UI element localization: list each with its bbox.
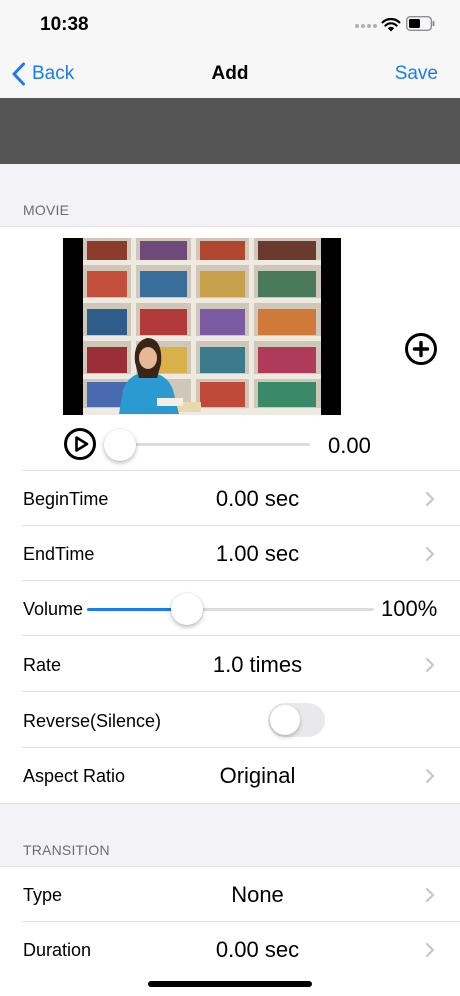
playback-slider-track[interactable]: [120, 443, 310, 446]
begin-time-row[interactable]: BeginTime 0.00 sec: [0, 471, 460, 526]
playback-slider-knob[interactable]: [104, 429, 136, 461]
status-bar: 10:38: [0, 0, 460, 50]
rate-row[interactable]: Rate 1.0 times: [0, 637, 460, 692]
volume-row: Volume 100%: [0, 581, 460, 636]
chevron-right-icon: [425, 657, 435, 673]
divider: [22, 691, 460, 692]
chevron-right-icon: [425, 887, 435, 903]
volume-slider-knob[interactable]: [171, 593, 204, 625]
chevron-right-icon: [425, 768, 435, 784]
play-icon[interactable]: [63, 427, 97, 461]
chevron-right-icon: [425, 942, 435, 958]
reverse-row: Reverse(Silence): [0, 693, 460, 748]
volume-slider-track[interactable]: [187, 608, 374, 611]
aspect-ratio-row[interactable]: Aspect Ratio Original: [0, 748, 460, 803]
chevron-right-icon: [425, 546, 435, 562]
wifi-icon: [381, 17, 401, 32]
aspect-ratio-value: Original: [219, 763, 296, 788]
video-thumbnail-image: [63, 238, 341, 415]
playback-time: 0.00: [328, 433, 371, 458]
status-time: 10:38: [40, 14, 89, 35]
cellular-signal-icon: [355, 24, 377, 30]
section-header-transition: TRANSITION: [23, 842, 110, 858]
video-thumbnail[interactable]: [63, 238, 341, 415]
end-time-row[interactable]: EndTime 1.00 sec: [0, 526, 460, 581]
section-header-movie: MOVIE: [23, 202, 70, 218]
volume-value: 100%: [381, 596, 438, 621]
video-preview-area: 0.00: [0, 227, 460, 471]
battery-icon: [406, 16, 435, 31]
transition-duration-value: 0.00 sec: [215, 937, 300, 962]
banner-area: [0, 98, 460, 164]
transition-duration-row[interactable]: Duration 0.00 sec: [0, 922, 460, 977]
navigation-bar: Back Add Save: [0, 50, 460, 98]
chevron-right-icon: [425, 491, 435, 507]
divider: [22, 635, 460, 636]
begin-time-value: 0.00 sec: [215, 486, 300, 511]
add-circle-icon[interactable]: [404, 332, 438, 366]
reverse-toggle[interactable]: [268, 703, 325, 737]
movie-settings-group: 0.00 BeginTime 0.00 sec EndTime 1.00 sec…: [0, 226, 460, 804]
reverse-label: Reverse(Silence): [23, 711, 162, 731]
rate-value: 1.0 times: [212, 652, 303, 677]
page-title: Add: [211, 63, 249, 84]
toggle-knob: [270, 705, 300, 735]
transition-type-row[interactable]: Type None: [0, 867, 460, 922]
home-indicator: [148, 981, 312, 987]
transition-settings-group: Type None Duration 0.00 sec: [0, 866, 460, 996]
volume-label: Volume: [23, 599, 84, 619]
transition-type-value: None: [231, 882, 284, 907]
save-button[interactable]: Save: [395, 63, 438, 85]
end-time-value: 1.00 sec: [215, 541, 300, 566]
